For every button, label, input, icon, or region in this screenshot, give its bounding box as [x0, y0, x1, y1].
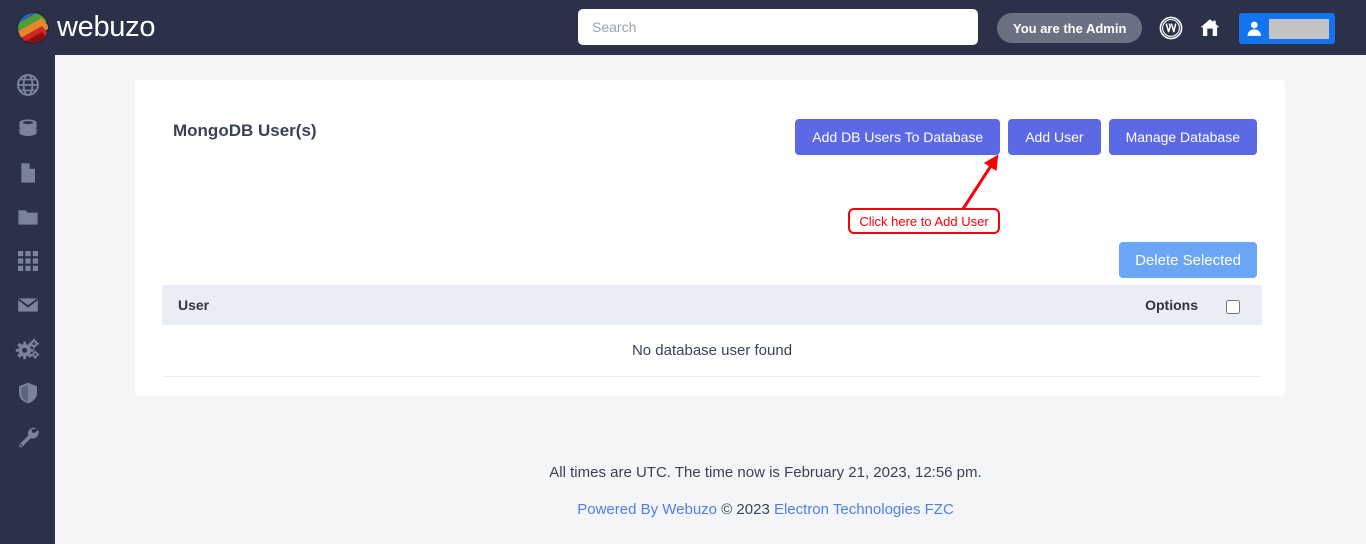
annotation-callout-box: Click here to Add User — [848, 208, 1000, 234]
wrench-icon — [16, 425, 40, 449]
search-input[interactable] — [578, 9, 978, 45]
footer-copyright: © 2023 — [717, 501, 774, 518]
add-db-users-to-database-button[interactable]: Add DB Users To Database — [795, 119, 1001, 155]
grid-apps-icon — [17, 250, 39, 272]
sidebar-item-files[interactable] — [0, 151, 55, 195]
home-icon[interactable] — [1197, 15, 1223, 41]
manage-database-button[interactable]: Manage Database — [1108, 119, 1257, 155]
database-users-table: User Options No database user found — [162, 285, 1262, 377]
footer-credit-line: Powered By Webuzo © 2023 Electron Techno… — [110, 502, 1366, 517]
page-title: MongoDB User(s) — [173, 121, 317, 140]
gears-icon — [15, 337, 40, 362]
admin-status-badge: You are the Admin — [997, 13, 1143, 43]
globe-logo-icon — [16, 11, 50, 45]
mongodb-users-card: MongoDB User(s) Add DB Users To Database… — [135, 80, 1285, 396]
select-all-checkbox[interactable] — [1226, 300, 1240, 314]
sidebar-item-security[interactable] — [0, 371, 55, 415]
brand-name: webuzo — [57, 11, 156, 43]
shield-icon — [16, 381, 40, 405]
main-content-area: MongoDB User(s) Add DB Users To Database… — [55, 55, 1366, 544]
search-box[interactable] — [578, 9, 978, 45]
sidebar-item-domains[interactable] — [0, 63, 55, 107]
electron-technologies-link[interactable]: Electron Technologies FZC — [774, 501, 954, 518]
column-header-user: User — [178, 297, 210, 313]
user-avatar-icon — [1247, 21, 1261, 36]
file-icon — [16, 161, 40, 185]
brand-logo[interactable]: webuzo — [16, 11, 155, 45]
sidebar-item-apps[interactable] — [0, 239, 55, 283]
sidebar-item-databases[interactable] — [0, 107, 55, 151]
top-header-bar: webuzo You are the Admin — [0, 0, 1366, 55]
database-icon — [16, 117, 40, 141]
globe-icon — [16, 73, 40, 97]
sidebar-item-folders[interactable] — [0, 195, 55, 239]
wordpress-icon[interactable] — [1158, 15, 1184, 41]
sidebar-item-settings[interactable] — [0, 327, 55, 371]
username-redacted — [1268, 18, 1329, 39]
table-header-row: User Options — [162, 285, 1262, 325]
empty-state-message: No database user found — [631, 342, 793, 359]
annotation-label: Click here to Add User — [859, 213, 989, 229]
card-action-buttons: Add DB Users To Database Add User Manage… — [795, 119, 1257, 155]
column-header-options: Options — [1145, 297, 1198, 313]
user-account-button[interactable] — [1239, 13, 1335, 44]
add-user-button[interactable]: Add User — [1008, 119, 1101, 155]
powered-by-webuzo-link[interactable]: Powered By Webuzo — [577, 501, 717, 518]
table-empty-state-row: No database user found — [162, 325, 1262, 377]
sidebar-item-email[interactable] — [0, 283, 55, 327]
mail-icon — [16, 293, 40, 317]
delete-selected-button[interactable]: Delete Selected — [1119, 242, 1257, 278]
sidebar-item-tools[interactable] — [0, 415, 55, 459]
page-footer: All times are UTC. The time now is Febru… — [110, 465, 1366, 517]
left-sidebar-nav — [0, 55, 55, 544]
footer-time-notice: All times are UTC. The time now is Febru… — [549, 464, 982, 481]
folder-icon — [16, 205, 40, 229]
